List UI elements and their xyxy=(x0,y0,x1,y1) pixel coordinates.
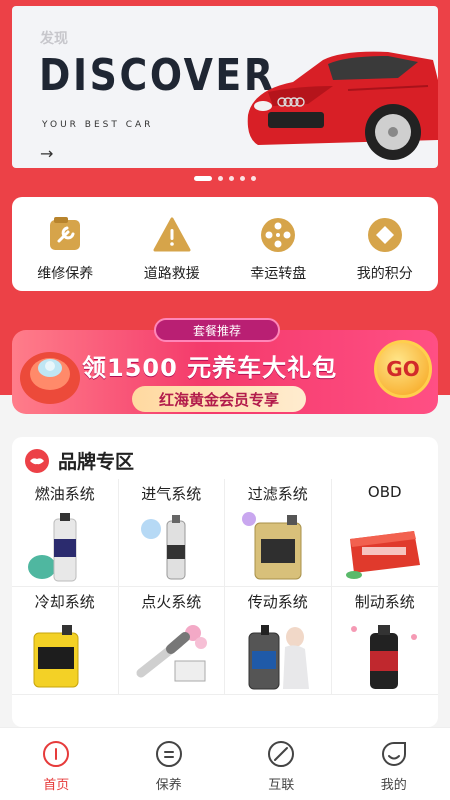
tab-connect[interactable]: 互联 xyxy=(225,728,338,800)
category-label: 燃油系统 xyxy=(34,485,95,503)
connect-icon xyxy=(268,741,295,767)
obd-box-image xyxy=(345,531,420,579)
tab-label: 互联 xyxy=(268,778,295,793)
brake-fluid-image xyxy=(350,625,417,689)
category-label: OBD xyxy=(367,483,402,501)
wrench-icon xyxy=(50,217,81,250)
brand-title: 品牌专区 xyxy=(58,451,135,473)
category-label: 冷却系统 xyxy=(34,593,95,611)
tire-image xyxy=(20,352,80,404)
spark-plug-image xyxy=(136,625,207,682)
brand-section: 品牌专区 燃油系统 进气系统 过滤系统 OBD 冷却系统 点火系统 传动系统 制… xyxy=(12,437,438,727)
category-label: 点火系统 xyxy=(141,593,202,611)
promo-tag: 套餐推荐 xyxy=(154,318,280,342)
promo-title: 领1500 元养车大礼包 xyxy=(82,354,338,382)
coolant-image xyxy=(33,625,79,688)
category-brake-system[interactable]: 制动系统 xyxy=(331,587,438,695)
banner-arrow-icon[interactable]: → xyxy=(40,144,53,163)
banner-small-title: 发现 xyxy=(40,31,68,47)
quick-action-rescue[interactable]: 道路救援 xyxy=(119,197,226,291)
engine-oil-image xyxy=(242,512,302,580)
quick-action-label: 道路救援 xyxy=(143,266,200,282)
maintenance-icon xyxy=(155,741,182,767)
quick-actions-card: 维修保养 道路救援 幸运转盘 我的积分 xyxy=(12,197,438,291)
tab-label: 首页 xyxy=(43,778,70,793)
brand-header: 品牌专区 xyxy=(24,447,134,474)
tab-profile[interactable]: 我的 xyxy=(338,728,450,800)
banner-subtitle: YOUR BEST CAR xyxy=(42,120,154,130)
category-filter-system[interactable]: 过滤系统 xyxy=(225,479,332,587)
carousel-dot[interactable] xyxy=(229,176,234,181)
carousel-dot[interactable] xyxy=(240,176,245,181)
category-cooling-system[interactable]: 冷却系统 xyxy=(12,587,119,695)
intake-cleaner-image xyxy=(140,515,185,580)
quick-action-label: 维修保养 xyxy=(37,266,94,282)
carousel-dot[interactable] xyxy=(251,176,256,181)
red-car-image xyxy=(247,51,438,160)
profile-icon xyxy=(381,742,406,766)
carousel-dot[interactable] xyxy=(218,176,223,181)
bottom-tab-bar: 首页 保养 互联 我的 xyxy=(0,727,450,800)
category-obd[interactable]: OBD xyxy=(331,479,438,587)
category-label: 制动系统 xyxy=(354,593,415,611)
tab-home[interactable]: 首页 xyxy=(0,728,113,800)
carousel-dot[interactable] xyxy=(194,176,212,181)
diamond-icon xyxy=(367,218,402,252)
warning-icon xyxy=(153,217,191,252)
category-label: 传动系统 xyxy=(247,593,308,611)
quick-action-maintenance[interactable]: 维修保养 xyxy=(12,197,119,291)
quick-action-points[interactable]: 我的积分 xyxy=(332,197,439,291)
category-intake-system[interactable]: 进气系统 xyxy=(118,479,225,587)
banner-carousel[interactable]: 发现 DISCOVER YOUR BEST CAR → xyxy=(12,6,438,168)
quick-action-lucky-wheel[interactable]: 幸运转盘 xyxy=(225,197,332,291)
promo-banner[interactable]: 套餐推荐 领1500 元养车大礼包 红海黄金会员专享 GO xyxy=(12,318,438,420)
promo-subtitle: 红海黄金会员专享 xyxy=(132,386,306,412)
brand-lips-icon xyxy=(25,448,49,473)
category-ignition-system[interactable]: 点火系统 xyxy=(118,587,225,695)
quick-action-label: 幸运转盘 xyxy=(250,266,307,282)
category-label: 进气系统 xyxy=(141,485,202,503)
quick-action-label: 我的积分 xyxy=(356,266,413,282)
promo-go-button[interactable]: GO xyxy=(374,340,432,398)
transmission-oil-image xyxy=(248,625,309,690)
home-icon xyxy=(43,741,70,767)
category-label: 过滤系统 xyxy=(247,485,308,503)
category-transmission-system[interactable]: 传动系统 xyxy=(225,587,332,695)
fuel-additive-image xyxy=(28,513,77,582)
wheel-icon xyxy=(261,218,296,252)
tab-maintenance[interactable]: 保养 xyxy=(113,728,226,800)
brand-grid: 燃油系统 进气系统 过滤系统 OBD 冷却系统 点火系统 传动系统 制动系统 xyxy=(12,479,438,695)
carousel-indicator xyxy=(0,176,450,181)
tab-label: 保养 xyxy=(155,778,182,793)
category-fuel-system[interactable]: 燃油系统 xyxy=(12,479,119,587)
tab-label: 我的 xyxy=(380,778,407,793)
